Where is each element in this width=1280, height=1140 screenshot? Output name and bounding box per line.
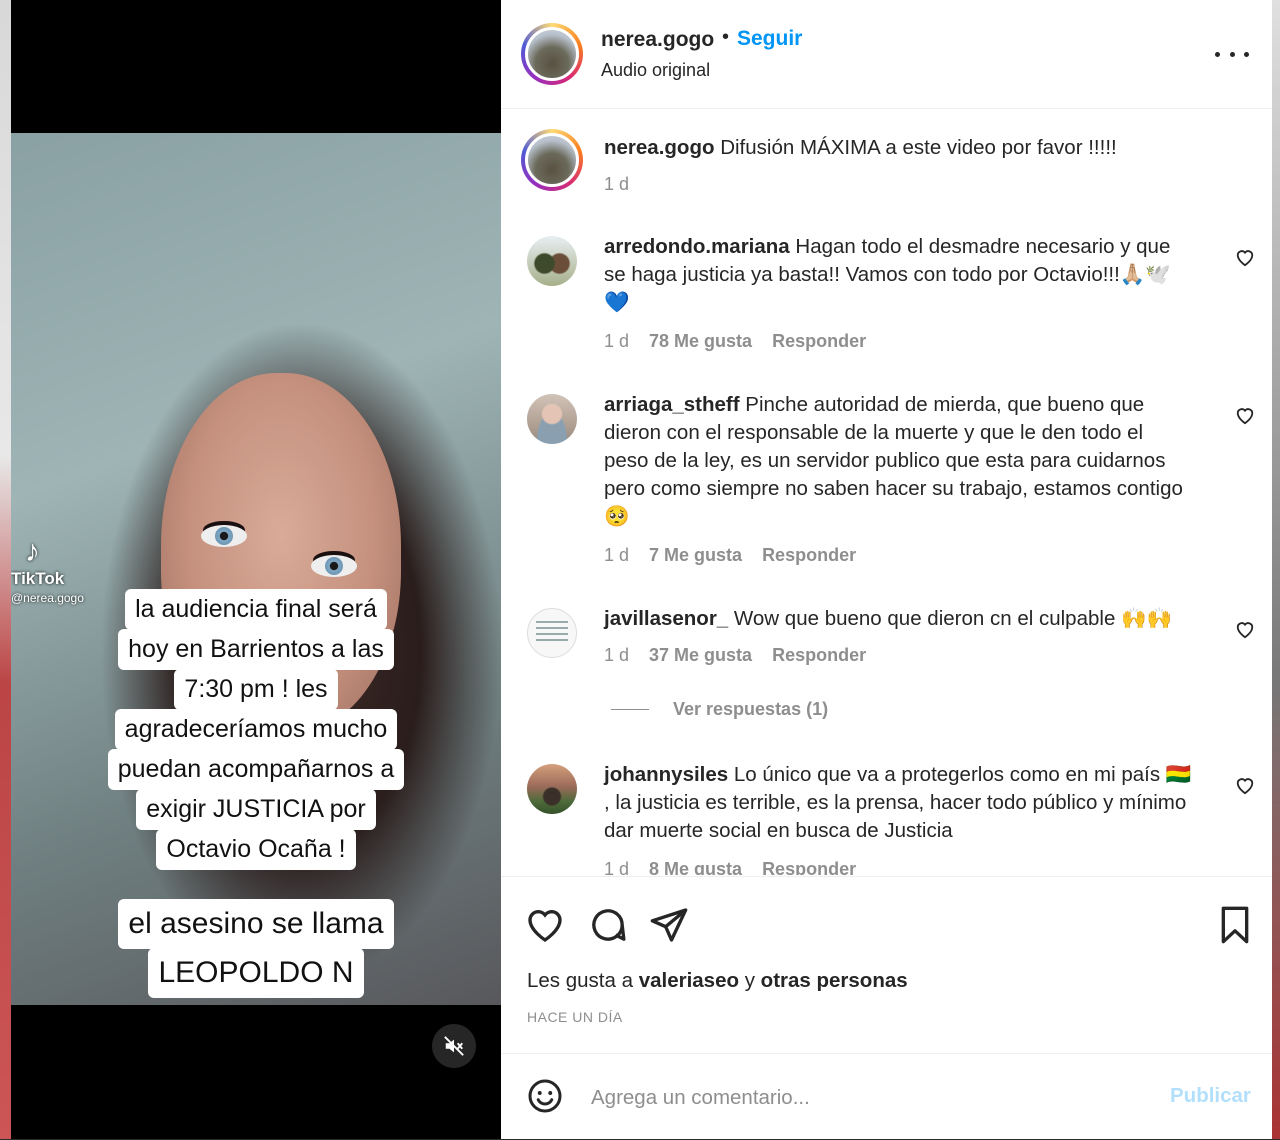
likes-conjunction: y — [744, 969, 755, 992]
video-caption-block-2: el asesino se llama LEOPOLDO N — [11, 899, 501, 998]
comment-like-heart-icon[interactable] — [1234, 775, 1256, 795]
comment-likes[interactable]: 7 Me gusta — [649, 545, 742, 566]
audio-label[interactable]: Audio original — [601, 60, 710, 81]
comments-list[interactable]: nerea.gogo Difusión MÁXIMA a este video … — [501, 109, 1272, 875]
reply-button[interactable]: Responder — [772, 331, 866, 352]
comment-likes[interactable]: 37 Me gusta — [649, 645, 752, 666]
reply-button[interactable]: Responder — [772, 645, 866, 666]
caption-line: LEOPOLDO N — [148, 948, 364, 998]
caption-username[interactable]: nerea.gogo — [604, 136, 715, 159]
comment-time[interactable]: 1 d — [604, 645, 629, 666]
view-replies-label: Ver respuestas (1) — [673, 699, 829, 719]
comment-bubble-icon[interactable] — [588, 905, 628, 945]
likes-summary: Les gusta a valeriaseo y otras personas — [527, 969, 908, 993]
post-comment-button[interactable]: Publicar — [1170, 1084, 1251, 1108]
comment-like-heart-icon[interactable] — [1234, 619, 1256, 639]
liked-by-user[interactable]: valeriaseo — [639, 969, 739, 992]
commenter-avatar[interactable] — [527, 608, 577, 658]
mute-button[interactable] — [432, 1024, 476, 1068]
left-eye-graphic — [201, 525, 247, 547]
caption-line: el asesino se llama — [118, 899, 394, 949]
comment-time[interactable]: 1 d — [604, 859, 629, 875]
comment-username[interactable]: javillasenor_ — [604, 607, 728, 630]
comment-like-heart-icon[interactable] — [1234, 247, 1256, 267]
follow-button[interactable]: Seguir — [737, 27, 802, 51]
tiktok-brand: TikTok — [11, 569, 65, 588]
caption-line: hoy en Barrientos a las — [118, 629, 394, 670]
comment-input[interactable] — [589, 1082, 1133, 1114]
caption-line: la audiencia final será — [125, 589, 387, 630]
likes-others-link[interactable]: otras personas — [761, 969, 908, 992]
caption-line: 7:30 pm ! les — [174, 669, 338, 710]
view-replies-button[interactable]: Ver respuestas (1) — [611, 699, 828, 720]
likes-prefix: Les gusta a — [527, 969, 633, 992]
video-caption-block: la audiencia final será hoy en Barriento… — [11, 589, 501, 870]
background-page-right — [1272, 0, 1280, 1139]
comment-username[interactable]: arriaga_stheff — [604, 393, 740, 416]
caption-line: agradeceríamos mucho — [114, 709, 398, 750]
post-actions: Les gusta a valeriaseo y otras personas … — [501, 876, 1272, 1025]
author-avatar[interactable] — [521, 23, 583, 85]
comment-time[interactable]: 1 d — [604, 331, 629, 352]
reply-button[interactable]: Responder — [762, 545, 856, 566]
share-paper-plane-icon[interactable] — [649, 905, 689, 945]
caption-line: Octavio Ocaña ! — [156, 829, 356, 870]
caption-line: puedan acompañarnos a — [107, 749, 405, 790]
tiktok-logo-icon: ♪ — [25, 535, 40, 568]
add-comment-bar: Publicar — [501, 1053, 1272, 1140]
author-username[interactable]: nerea.gogo — [601, 28, 714, 52]
comment-likes[interactable]: 8 Me gusta — [649, 859, 742, 875]
more-options-icon[interactable] — [1215, 40, 1249, 68]
emoji-icon[interactable] — [527, 1078, 563, 1114]
post-timestamp[interactable]: HACE UN DÍA — [527, 1009, 623, 1025]
muted-speaker-icon — [444, 1036, 464, 1056]
separator-dot: • — [722, 26, 730, 48]
comment-text: Wow que bueno que dieron cn el culpable … — [733, 607, 1173, 630]
post-details-panel: nerea.gogo • Seguir Audio original nerea… — [501, 0, 1272, 1139]
commenter-avatar[interactable] — [527, 764, 577, 814]
commenter-avatar[interactable] — [527, 394, 577, 444]
caption-time[interactable]: 1 d — [604, 174, 629, 195]
reply-button[interactable]: Responder — [762, 859, 856, 875]
caption-text: Difusión MÁXIMA a este video por favor !… — [720, 136, 1117, 159]
save-bookmark-icon[interactable] — [1215, 905, 1255, 945]
video-pane[interactable]: ♪ TikTok @nerea.gogo la audiencia final … — [11, 0, 501, 1139]
comment-time[interactable]: 1 d — [604, 545, 629, 566]
like-heart-icon[interactable] — [525, 905, 565, 945]
comment-username[interactable]: johannysiles — [604, 763, 728, 786]
commenter-avatar[interactable] — [527, 236, 577, 286]
right-eye-graphic — [311, 555, 357, 577]
post-header: nerea.gogo • Seguir Audio original — [501, 0, 1272, 109]
author-avatar[interactable] — [521, 129, 583, 191]
comment-like-heart-icon[interactable] — [1234, 405, 1256, 425]
caption-line: exigir JUSTICIA por — [136, 789, 376, 830]
comment-username[interactable]: arredondo.mariana — [604, 235, 790, 258]
video-frame — [11, 133, 501, 1005]
comment-likes[interactable]: 78 Me gusta — [649, 331, 752, 352]
